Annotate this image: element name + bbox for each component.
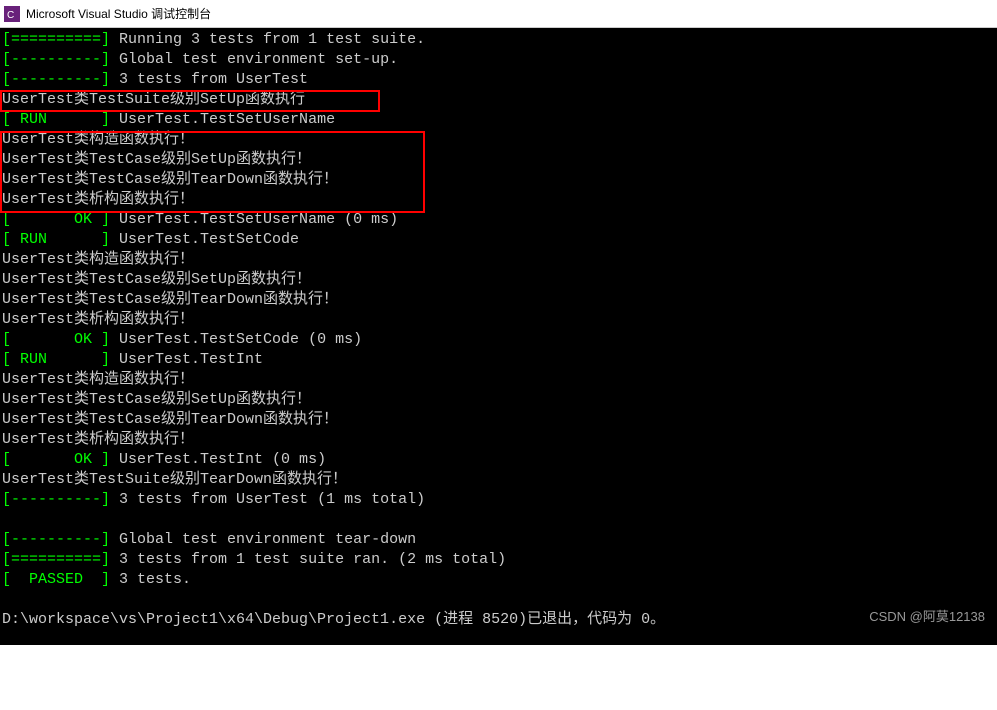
console-line: UserTest类TestSuite级别SetUp函数执行 <box>2 90 997 110</box>
console-line: [----------] 3 tests from UserTest (1 ms… <box>2 490 997 510</box>
console-line: UserTest类析构函数执行！ <box>2 310 997 330</box>
console-text: UserTest.TestSetCode (0 ms) <box>110 331 362 348</box>
console-text: UserTest类TestCase级别SetUp函数执行！ <box>2 151 311 168</box>
console-text: UserTest类TestCase级别SetUp函数执行！ <box>2 271 311 288</box>
console-tag: [----------] <box>2 51 110 68</box>
console-line: [----------] 3 tests from UserTest <box>2 70 997 90</box>
console-text: UserTest类TestSuite级别SetUp函数执行 <box>2 91 305 108</box>
console-line: UserTest类构造函数执行！ <box>2 130 997 150</box>
console-text: UserTest类TestSuite级别TearDown函数执行！ <box>2 471 347 488</box>
console-text: Running 3 tests from 1 test suite. <box>110 31 425 48</box>
console-tag: [ RUN ] <box>2 351 110 368</box>
window-titlebar: C Microsoft Visual Studio 调试控制台 <box>0 0 997 28</box>
svg-text:C: C <box>7 10 14 21</box>
console-line: D:\workspace\vs\Project1\x64\Debug\Proje… <box>2 610 997 630</box>
console-text: 3 tests. <box>110 571 191 588</box>
console-tag: [==========] <box>2 31 110 48</box>
console-line: UserTest类TestCase级别TearDown函数执行！ <box>2 290 997 310</box>
window-title: Microsoft Visual Studio 调试控制台 <box>26 5 211 22</box>
console-line: UserTest类TestCase级别SetUp函数执行！ <box>2 150 997 170</box>
console-tag: [----------] <box>2 71 110 88</box>
console-line: UserTest类TestCase级别SetUp函数执行！ <box>2 270 997 290</box>
console-text: UserTest类析构函数执行！ <box>2 191 194 208</box>
console-text: UserTest.TestSetUserName (0 ms) <box>110 211 398 228</box>
console-tag: [ OK ] <box>2 451 110 468</box>
console-text: 3 tests from UserTest (1 ms total) <box>110 491 425 508</box>
console-text: UserTest类构造函数执行！ <box>2 371 194 388</box>
console-line: [ RUN ] UserTest.TestSetUserName <box>2 110 997 130</box>
app-icon: C <box>4 6 20 22</box>
console-line: [==========] Running 3 tests from 1 test… <box>2 30 997 50</box>
console-text: UserTest类析构函数执行！ <box>2 311 194 328</box>
console-line: UserTest类构造函数执行！ <box>2 370 997 390</box>
console-text: UserTest.TestInt <box>110 351 263 368</box>
console-text: UserTest类TestCase级别TearDown函数执行！ <box>2 171 338 188</box>
console-line: UserTest类析构函数执行！ <box>2 190 997 210</box>
console-text: UserTest类构造函数执行！ <box>2 251 194 268</box>
console-line: [ RUN ] UserTest.TestInt <box>2 350 997 370</box>
console-line: UserTest类TestCase级别SetUp函数执行！ <box>2 390 997 410</box>
console-tag: [ OK ] <box>2 211 110 228</box>
console-tag: [ PASSED ] <box>2 571 110 588</box>
console-tag: [----------] <box>2 531 110 548</box>
console-tag: [ OK ] <box>2 331 110 348</box>
console-line: [ OK ] UserTest.TestInt (0 ms) <box>2 450 997 470</box>
console-text: 3 tests from 1 test suite ran. (2 ms tot… <box>110 551 506 568</box>
console-text: Global test environment tear-down <box>110 531 416 548</box>
console-line: UserTest类TestCase级别TearDown函数执行！ <box>2 410 997 430</box>
console-line: UserTest类TestSuite级别TearDown函数执行！ <box>2 470 997 490</box>
console-line <box>2 590 997 610</box>
console-line <box>2 510 997 530</box>
console-line: UserTest类析构函数执行！ <box>2 430 997 450</box>
console-output[interactable]: [==========] Running 3 tests from 1 test… <box>0 28 997 645</box>
console-text: UserTest.TestSetUserName <box>110 111 335 128</box>
console-line: [----------] Global test environment tea… <box>2 530 997 550</box>
console-line: [ PASSED ] 3 tests. <box>2 570 997 590</box>
console-text: 3 tests from UserTest <box>110 71 308 88</box>
console-tag: [==========] <box>2 551 110 568</box>
console-text: UserTest.TestSetCode <box>110 231 299 248</box>
console-text: UserTest类TestCase级别TearDown函数执行！ <box>2 291 338 308</box>
console-text: UserTest类构造函数执行！ <box>2 131 194 148</box>
console-line: UserTest类构造函数执行！ <box>2 250 997 270</box>
console-tag: [ RUN ] <box>2 111 110 128</box>
console-text: D:\workspace\vs\Project1\x64\Debug\Proje… <box>2 611 665 628</box>
console-line: [ OK ] UserTest.TestSetCode (0 ms) <box>2 330 997 350</box>
console-tag: [----------] <box>2 491 110 508</box>
console-text: Global test environment set-up. <box>110 51 398 68</box>
console-text: UserTest类TestCase级别TearDown函数执行！ <box>2 411 338 428</box>
console-text: UserTest.TestInt (0 ms) <box>110 451 326 468</box>
console-tag: [ RUN ] <box>2 231 110 248</box>
console-line: [==========] 3 tests from 1 test suite r… <box>2 550 997 570</box>
console-line: [----------] Global test environment set… <box>2 50 997 70</box>
console-text: UserTest类析构函数执行！ <box>2 431 194 448</box>
console-line: [ OK ] UserTest.TestSetUserName (0 ms) <box>2 210 997 230</box>
console-line: UserTest类TestCase级别TearDown函数执行！ <box>2 170 997 190</box>
console-line: [ RUN ] UserTest.TestSetCode <box>2 230 997 250</box>
console-text: UserTest类TestCase级别SetUp函数执行！ <box>2 391 311 408</box>
